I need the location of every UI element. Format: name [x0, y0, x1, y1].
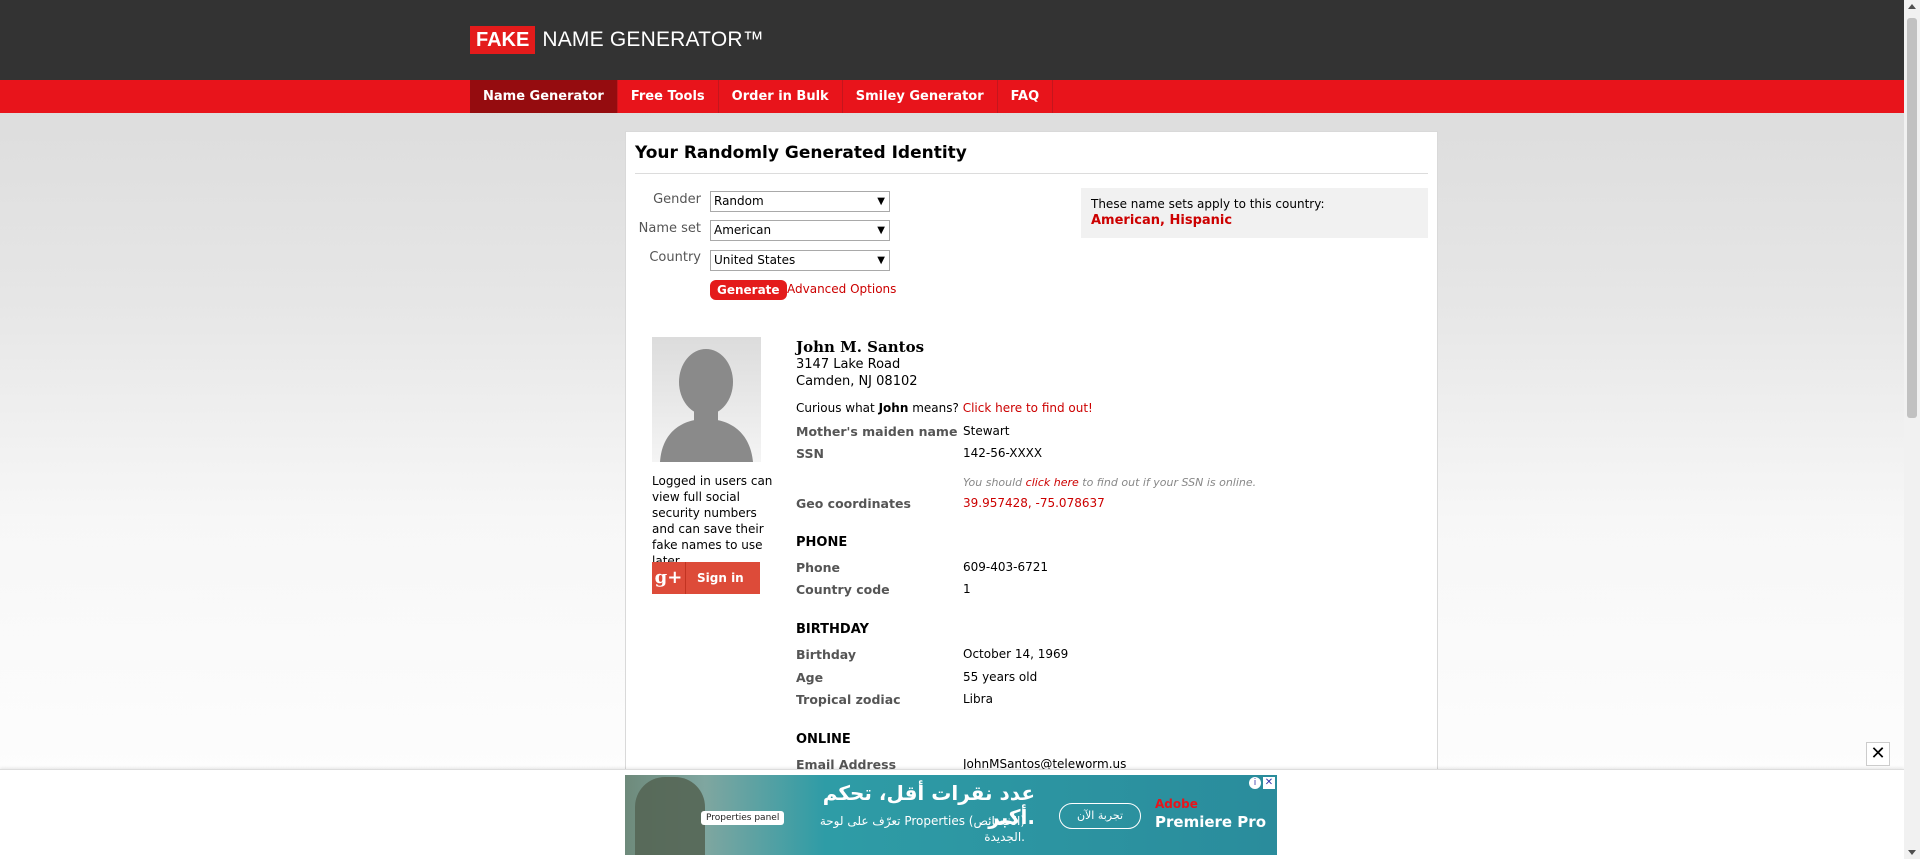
advanced-options-link[interactable]: Advanced Options: [787, 282, 896, 296]
curious-name: John: [878, 401, 909, 415]
scroll-thumb[interactable]: [1907, 18, 1917, 418]
google-plus-icon: g+: [652, 562, 686, 594]
country-label: Country: [649, 250, 701, 265]
nav-free-tools[interactable]: Free Tools: [618, 80, 719, 113]
street-address: 3147 Lake Road: [796, 357, 901, 372]
avatar: [652, 337, 761, 462]
scroll-down-arrow-icon[interactable]: [1908, 850, 1916, 855]
geo-label: Geo coordinates: [796, 496, 911, 511]
country-code-value: 1: [963, 582, 971, 596]
birthday-label: Birthday: [796, 647, 856, 662]
zodiac-value: Libra: [963, 692, 993, 706]
phone-heading: PHONE: [796, 535, 848, 550]
country-value: United States: [714, 253, 796, 267]
maiden-name-value: Stewart: [963, 424, 1010, 438]
ssn-label: SSN: [796, 446, 824, 461]
nav-faq[interactable]: FAQ: [998, 80, 1054, 113]
full-name: John M. Santos: [796, 338, 925, 356]
site-header: FAKE NAME GENERATOR™: [0, 0, 1904, 80]
city-state-zip: Camden, NJ 08102: [796, 374, 918, 389]
nameset-label: Name set: [638, 221, 701, 236]
ad-subline: تعرّف على لوحة Properties (الخصائص) الجد…: [819, 814, 1025, 844]
online-heading: ONLINE: [796, 732, 851, 747]
page-title: Your Randomly Generated Identity: [635, 143, 1428, 174]
geo-coordinates-link[interactable]: 39.957428, -75.078637: [963, 496, 1105, 510]
ad-info-icon[interactable]: i: [1249, 777, 1261, 789]
ssn-value: 142-56-XXXX: [963, 446, 1043, 460]
phone-label: Phone: [796, 560, 841, 575]
name-meaning-line: Curious what John means? Click here to f…: [796, 401, 1093, 415]
nav-order-in-bulk[interactable]: Order in Bulk: [719, 80, 843, 113]
ad-product: Premiere Pro: [1155, 813, 1266, 831]
ad-person-image: [635, 777, 705, 855]
birthday-heading: BIRTHDAY: [796, 622, 869, 637]
ssn-note-suffix: to find out if your SSN is online.: [1082, 476, 1257, 489]
login-info-text: Logged in users can view full social sec…: [652, 474, 773, 568]
age-label: Age: [796, 670, 824, 685]
country-box-text: These name sets apply to this country:: [1091, 197, 1325, 211]
phone-value: 609-403-6721: [963, 560, 1049, 574]
ad-try-now-button[interactable]: تجربة الآن: [1059, 803, 1141, 829]
country-code-label: Country code: [796, 582, 890, 597]
google-signin-button[interactable]: g+ Sign in: [652, 562, 760, 594]
identity-card: Your Randomly Generated Identity Gender …: [625, 131, 1438, 859]
name-meaning-link[interactable]: Click here to find out!: [963, 401, 1093, 415]
address-block: John M. Santos 3147 Lake Road Camden, NJ…: [796, 338, 924, 390]
country-nameset-info: These name sets apply to this country: A…: [1081, 188, 1428, 238]
scroll-up-arrow-icon[interactable]: [1908, 4, 1916, 9]
logo-fake: FAKE: [470, 26, 536, 54]
ssn-click-here-link[interactable]: click here: [1026, 476, 1079, 489]
generate-button[interactable]: Generate: [710, 280, 787, 300]
advertisement[interactable]: Properties panel عدد نقرات أقل، تحكم أكب…: [625, 775, 1277, 855]
birthday-value: October 14, 1969: [963, 647, 1069, 661]
chevron-down-icon: ▼: [877, 196, 885, 207]
scrollbar[interactable]: [1904, 0, 1920, 859]
curious-mid: means?: [912, 401, 959, 415]
site-logo[interactable]: FAKE NAME GENERATOR™: [470, 25, 764, 55]
age-value: 55 years old: [963, 670, 1038, 684]
gender-label: Gender: [653, 192, 701, 207]
chevron-down-icon: ▼: [877, 255, 885, 266]
ad-brand: Adobe: [1155, 797, 1198, 811]
curious-prefix: Curious what: [796, 401, 875, 415]
close-icon[interactable]: ✕: [1866, 742, 1890, 766]
gender-value: Random: [714, 194, 764, 208]
maiden-name-label: Mother's maiden name: [796, 424, 958, 439]
ssn-note: You should click here to find out if you…: [963, 476, 1256, 489]
country-name-sets[interactable]: American, Hispanic: [1091, 213, 1418, 228]
nav-smiley-generator[interactable]: Smiley Generator: [843, 80, 998, 113]
zodiac-label: Tropical zodiac: [796, 692, 901, 707]
logo-name-generator: NAME GENERATOR™: [542, 28, 764, 51]
person-silhouette-icon: [660, 349, 753, 462]
signin-label: Sign in: [697, 571, 744, 585]
chevron-down-icon: ▼: [877, 225, 885, 236]
nav-name-generator[interactable]: Name Generator: [470, 80, 618, 113]
ad-close-icon[interactable]: ✕: [1263, 777, 1275, 789]
ssn-note-prefix: You should: [963, 476, 1023, 489]
ad-properties-panel-label: Properties panel: [701, 811, 785, 825]
ad-bar: ✕ Properties panel عدد نقرات أقل، تحكم أ…: [0, 742, 1904, 859]
nameset-select[interactable]: American ▼: [710, 220, 890, 241]
nameset-value: American: [714, 223, 772, 237]
gender-select[interactable]: Random ▼: [710, 191, 890, 212]
country-select[interactable]: United States ▼: [710, 250, 890, 271]
main-nav: Name Generator Free Tools Order in Bulk …: [0, 80, 1904, 113]
